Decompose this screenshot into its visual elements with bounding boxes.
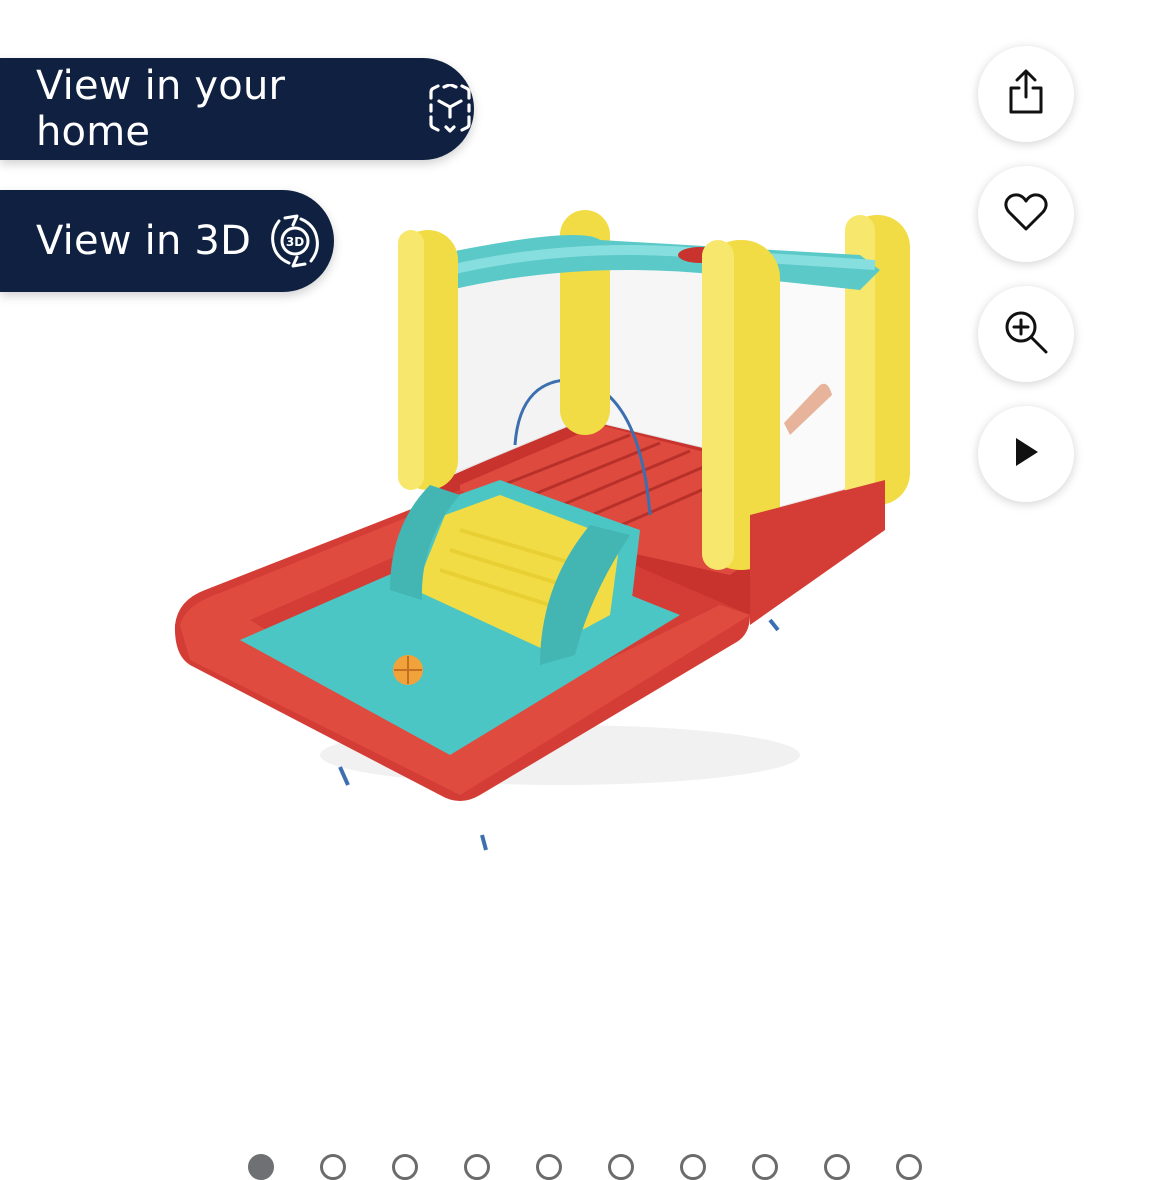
pagination-dot[interactable] [824,1154,850,1180]
pagination-dot[interactable] [320,1154,346,1180]
play-video-button[interactable] [978,406,1074,502]
pagination-dot[interactable] [464,1154,490,1180]
heart-icon [1003,192,1049,237]
ar-cube-icon [426,84,474,134]
play-icon [1011,435,1041,474]
pagination-dot[interactable] [752,1154,778,1180]
pagination-dot[interactable] [248,1154,274,1180]
pagination-dot[interactable] [680,1154,706,1180]
pagination-dot[interactable] [896,1154,922,1180]
share-icon [1006,69,1046,120]
favorite-button[interactable] [978,166,1074,262]
view-in-your-home-label: View in your home [36,63,286,155]
pagination-dot[interactable] [536,1154,562,1180]
image-pagination [0,1150,1170,1180]
share-button[interactable] [978,46,1074,142]
pagination-dot[interactable] [392,1154,418,1180]
view-in-your-home-button[interactable]: View in your home [0,58,474,160]
zoom-button[interactable] [978,286,1074,382]
pagination-dot[interactable] [608,1154,634,1180]
product-image[interactable] [160,195,920,860]
zoom-in-icon [1003,309,1049,360]
